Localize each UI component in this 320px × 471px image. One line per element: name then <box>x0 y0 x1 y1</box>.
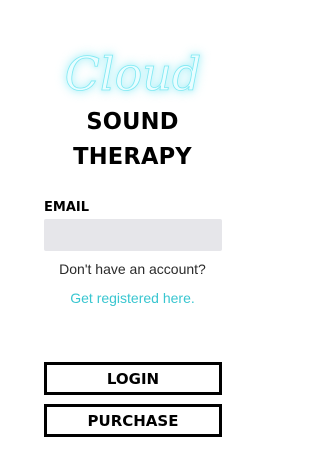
email-label: EMAIL <box>44 200 89 215</box>
purchase-button[interactable]: PURCHASE <box>44 404 222 437</box>
login-button[interactable]: LOGIN <box>44 362 222 395</box>
cloud-logo-art: Cloud <box>64 47 202 102</box>
no-account-text: Don't have an account? <box>59 261 206 277</box>
title-line-2: THERAPY <box>73 144 192 170</box>
cloud-logo: Cloud <box>0 30 265 120</box>
title-line-1: SOUND <box>86 109 179 135</box>
cloud-script-text: Cloud <box>65 47 202 101</box>
register-link[interactable]: Get registered here. <box>0 291 265 305</box>
email-field[interactable] <box>44 219 222 251</box>
